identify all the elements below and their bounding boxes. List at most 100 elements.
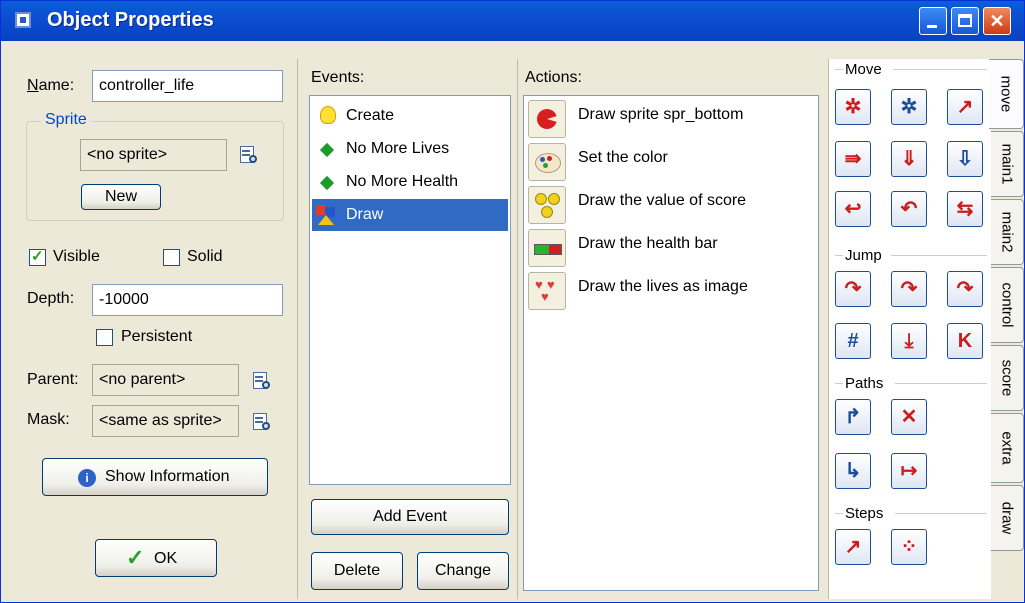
window-title: Object Properties (47, 9, 214, 31)
section-title-steps: Steps (845, 505, 884, 522)
tab-control[interactable]: control (991, 267, 1024, 343)
show-information-button[interactable]: i Show Information (42, 458, 268, 496)
end-path-icon[interactable]: ✕ (891, 399, 927, 435)
section-divider (835, 255, 843, 256)
minimize-icon (927, 25, 937, 28)
section-title-paths: Paths (845, 375, 884, 392)
tab-move[interactable]: move (989, 59, 1024, 129)
sprite-field[interactable]: <no sprite> (80, 139, 227, 171)
show-information-label: Show Information (105, 468, 230, 485)
set-path-icon[interactable]: ↱ (835, 399, 871, 435)
close-icon: ✕ (989, 11, 1005, 31)
action-label: Draw the lives as image (578, 278, 748, 295)
speed-vertical-icon[interactable]: ⇓ (891, 141, 927, 177)
sprite-group-title: Sprite (41, 111, 91, 129)
path-position-icon[interactable]: ↳ (835, 453, 871, 489)
tab-draw[interactable]: draw (991, 485, 1024, 551)
gravity-icon[interactable]: ⇩ (947, 141, 983, 177)
section-divider (835, 383, 843, 384)
move-free-icon[interactable]: ✲ (891, 89, 927, 125)
section-divider (835, 69, 843, 70)
tab-label: extra (998, 431, 1016, 465)
section-divider (835, 513, 843, 514)
event-label: Draw (346, 206, 384, 223)
tab-score[interactable]: score (991, 345, 1024, 411)
tab-extra[interactable]: extra (991, 413, 1024, 483)
maximize-icon (958, 14, 972, 27)
event-item-no-more-lives[interactable]: No More Lives (312, 133, 508, 165)
jump-to-start-icon[interactable]: ↷ (891, 271, 927, 307)
mask-picker-icon[interactable] (251, 411, 273, 433)
left-divider (297, 59, 298, 599)
name-input[interactable]: controller_life (92, 70, 283, 102)
event-item-draw[interactable]: Draw (312, 199, 508, 231)
section-title-move: Move (845, 61, 882, 78)
visible-checkbox[interactable] (29, 247, 46, 266)
title-bar[interactable]: Object Properties ✕ (1, 1, 1024, 41)
close-button[interactable]: ✕ (983, 7, 1011, 35)
action-item[interactable]: Set the color (528, 141, 813, 181)
action-label: Draw sprite spr_bottom (578, 106, 744, 123)
persistent-checkbox[interactable] (96, 329, 113, 346)
parent-picker-icon[interactable] (251, 370, 273, 392)
mid-divider (517, 59, 518, 599)
move-fixed-icon[interactable]: ✲ (835, 89, 871, 125)
section-divider (893, 69, 987, 70)
tab-main1[interactable]: main1 (991, 131, 1024, 197)
parent-field[interactable]: <no parent> (92, 364, 239, 396)
score-circles-icon (528, 186, 566, 224)
change-event-button[interactable]: Change (417, 552, 509, 590)
palette-tabs: move main1 main2 control score extra dra… (989, 59, 1024, 599)
events-list: Create No More Lives No More Health Draw (309, 95, 511, 485)
move-to-contact-icon[interactable]: K (947, 323, 983, 359)
action-label: Set the color (578, 149, 668, 166)
section-divider (895, 513, 987, 514)
shapes-icon (316, 205, 336, 225)
green-diamond-icon (319, 142, 335, 158)
tab-label: score (998, 359, 1016, 397)
reverse-vertical-icon[interactable]: ↶ (891, 191, 927, 227)
minimize-button[interactable] (919, 7, 947, 35)
info-icon: i (78, 469, 96, 487)
name-label-rest: ame: (38, 77, 75, 94)
action-item[interactable]: Draw the value of score (528, 184, 813, 224)
solid-label: Solid (187, 248, 223, 265)
tab-label: main2 (998, 211, 1016, 253)
ok-button[interactable]: ✓ OK (95, 539, 217, 577)
action-item[interactable]: Draw the health bar (528, 227, 813, 267)
action-item[interactable]: ♥ ♥ ♥ Draw the lives as image (528, 270, 813, 310)
visible-label: Visible (53, 248, 100, 265)
object-properties-window: Object Properties ✕ Name: controller_lif… (0, 0, 1025, 603)
parent-label: Parent: (27, 371, 79, 388)
jump-to-position-icon[interactable]: ↷ (835, 271, 871, 307)
maximize-button[interactable] (951, 7, 979, 35)
move-towards-icon[interactable]: ↗ (947, 89, 983, 125)
persistent-label: Persistent (121, 328, 193, 345)
action-item[interactable]: Draw sprite spr_bottom (528, 98, 813, 138)
pacman-sprite-icon (528, 100, 566, 138)
step-towards-icon[interactable]: ↗ (835, 529, 871, 565)
jump-to-random-icon[interactable]: ↷ (947, 271, 983, 307)
sprite-picker-icon[interactable] (238, 144, 260, 166)
speed-horizontal-icon[interactable]: ⇛ (835, 141, 871, 177)
friction-icon[interactable]: ⇆ (947, 191, 983, 227)
new-sprite-button[interactable]: New (81, 184, 161, 210)
step-avoiding-icon[interactable]: ⁘ (891, 529, 927, 565)
solid-checkbox[interactable] (163, 249, 180, 266)
add-event-button[interactable]: Add Event (311, 499, 509, 535)
action-label: Draw the value of score (578, 192, 747, 209)
event-item-no-more-health[interactable]: No More Health (312, 166, 508, 198)
mask-field[interactable]: <same as sprite> (92, 405, 239, 437)
event-item-create[interactable]: Create (312, 100, 508, 132)
tab-label: main1 (998, 143, 1016, 185)
mask-label: Mask: (27, 411, 70, 428)
align-to-grid-icon[interactable]: # (835, 323, 871, 359)
path-speed-icon[interactable]: ↦ (891, 453, 927, 489)
palette-icon (528, 143, 566, 181)
delete-event-button[interactable]: Delete (311, 552, 403, 590)
reverse-horizontal-icon[interactable]: ↩ (835, 191, 871, 227)
checkmark-icon: ✓ (126, 545, 145, 570)
tab-main2[interactable]: main2 (991, 199, 1024, 265)
depth-input[interactable]: -10000 (92, 284, 283, 316)
wrap-screen-icon[interactable]: ⤓ (891, 323, 927, 359)
